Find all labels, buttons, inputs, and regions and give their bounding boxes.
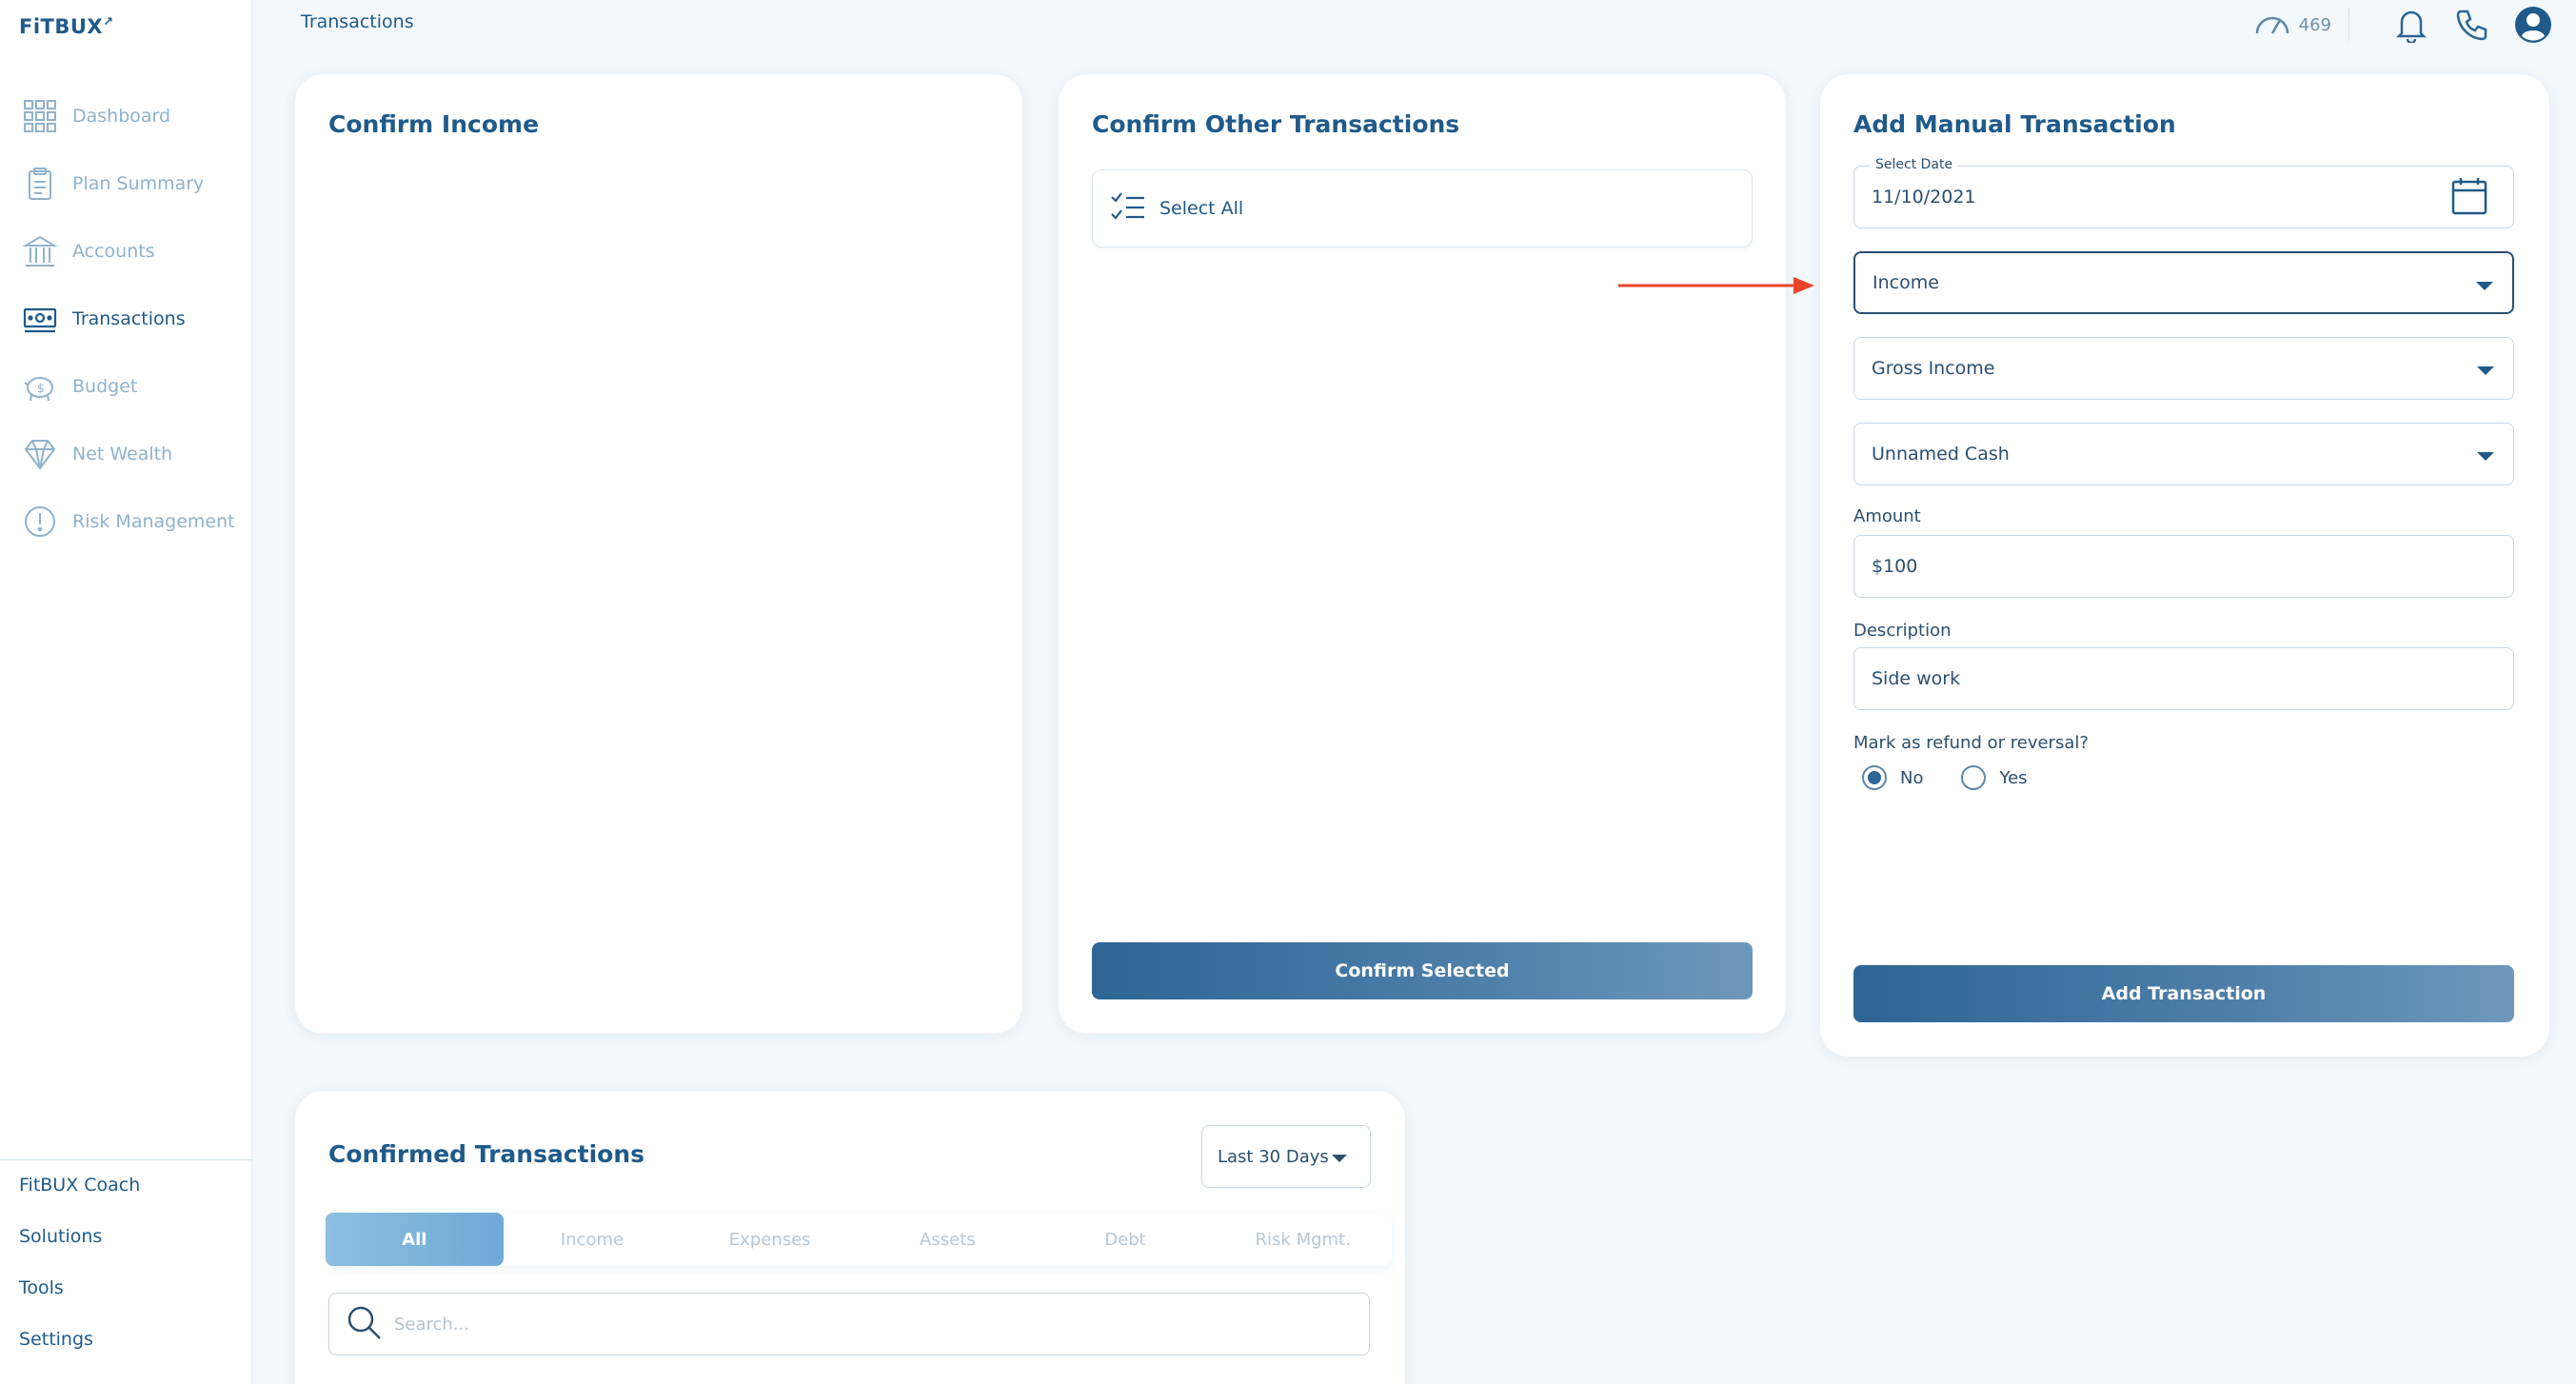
- checklist-icon: [1110, 190, 1146, 227]
- refund-radio-group: No Yes: [1862, 765, 2066, 790]
- sidebar-link-coach[interactable]: FitBUX Coach: [19, 1169, 140, 1220]
- sidebar-item-dashboard[interactable]: Dashboard: [0, 82, 252, 149]
- amount-value: $100: [1872, 556, 1918, 577]
- refund-radio-yes-label: Yes: [1999, 767, 2028, 788]
- bell-icon[interactable]: [2391, 5, 2431, 45]
- sidebar-item-budget[interactable]: $ Budget: [0, 352, 252, 420]
- header-actions: 469: [2253, 4, 2553, 46]
- date-field-label: Select Date: [1870, 157, 1959, 172]
- select-all-label: Select All: [1159, 198, 1244, 219]
- search-icon: [345, 1303, 383, 1345]
- tab-assets[interactable]: Assets: [859, 1213, 1037, 1266]
- confirmed-transactions-card: Confirmed Transactions Last 30 Days All …: [295, 1091, 1405, 1384]
- sidebar-item-label: Net Wealth: [72, 443, 173, 465]
- sidebar-item-accounts[interactable]: Accounts: [0, 217, 252, 285]
- description-value: Side work: [1872, 668, 1961, 689]
- grid-icon: [23, 99, 57, 133]
- date-field[interactable]: Select Date 11/10/2021: [1853, 157, 2514, 228]
- add-transaction-button[interactable]: Add Transaction: [1853, 965, 2514, 1022]
- transaction-tabs: All Income Expenses Assets Debt Risk Mgm…: [326, 1213, 1392, 1266]
- sidebar: FiTBUX↗ Dashboard Plan Summary Accounts …: [0, 0, 252, 1384]
- add-manual-transaction-card: Add Manual Transaction Select Date 11/10…: [1820, 74, 2549, 1057]
- confirmed-transactions-title: Confirmed Transactions: [328, 1140, 645, 1168]
- sidebar-item-plan-summary[interactable]: Plan Summary: [0, 149, 252, 217]
- sidebar-item-label: Dashboard: [72, 105, 171, 127]
- confirm-selected-button[interactable]: Confirm Selected: [1092, 942, 1753, 999]
- alert-circle-icon: [23, 504, 57, 539]
- piggy-bank-icon: $: [23, 369, 57, 404]
- transaction-type-value: Income: [1873, 272, 1939, 293]
- refund-radio-yes[interactable]: [1961, 765, 1987, 790]
- category-value: Gross Income: [1872, 358, 1995, 379]
- user-avatar-icon[interactable]: [2513, 5, 2553, 45]
- refund-radio-no-label: No: [1900, 767, 1924, 788]
- category-select[interactable]: Gross Income: [1853, 337, 2514, 400]
- sidebar-link-settings[interactable]: Settings: [19, 1323, 140, 1374]
- tab-income[interactable]: Income: [504, 1213, 682, 1266]
- sidebar-nav: Dashboard Plan Summary Accounts Transact…: [0, 82, 252, 555]
- sidebar-item-label: Plan Summary: [72, 172, 205, 194]
- date-value: 11/10/2021: [1872, 187, 1976, 208]
- chevron-down-icon: [2476, 282, 2493, 290]
- chevron-down-icon: [1332, 1155, 1347, 1162]
- calendar-icon[interactable]: [2450, 176, 2488, 221]
- radio-selected-dot: [1868, 771, 1881, 784]
- sidebar-item-label: Transactions: [72, 307, 186, 329]
- speedometer-icon[interactable]: [2253, 9, 2291, 41]
- fitbux-score: 469: [2298, 14, 2331, 35]
- bank-icon: [23, 234, 57, 268]
- sidebar-item-risk-management[interactable]: Risk Management: [0, 487, 252, 555]
- select-all-button[interactable]: Select All: [1092, 169, 1753, 247]
- confirm-income-title: Confirm Income: [328, 110, 540, 138]
- tab-debt[interactable]: Debt: [1037, 1213, 1215, 1266]
- account-select[interactable]: Unnamed Cash: [1853, 423, 2514, 485]
- breadcrumb: Transactions: [301, 11, 414, 32]
- sidebar-item-label: Budget: [72, 375, 138, 397]
- red-arrow-annotation: [1618, 277, 1814, 294]
- search-input[interactable]: [394, 1314, 1251, 1335]
- date-range-select[interactable]: Last 30 Days: [1201, 1125, 1371, 1188]
- date-range-value: Last 30 Days: [1218, 1146, 1329, 1167]
- refund-question-label: Mark as refund or reversal?: [1853, 733, 2089, 753]
- confirm-other-card: Confirm Other Transactions Select All Co…: [1059, 74, 1786, 1034]
- clipboard-icon: [23, 167, 57, 201]
- sidebar-link-solutions[interactable]: Solutions: [19, 1220, 140, 1272]
- description-label: Description: [1853, 621, 1952, 641]
- confirm-income-card: Confirm Income: [295, 74, 1022, 1034]
- sidebar-item-transactions[interactable]: Transactions: [0, 285, 252, 352]
- header-separator: [2348, 9, 2349, 41]
- refund-radio-no[interactable]: [1862, 765, 1887, 790]
- sidebar-divider: [0, 1159, 252, 1160]
- chevron-down-icon: [2477, 452, 2494, 461]
- account-value: Unnamed Cash: [1872, 444, 2010, 465]
- phone-icon[interactable]: [2452, 5, 2492, 45]
- diamond-icon: [23, 437, 57, 471]
- tab-risk-mgmt[interactable]: Risk Mgmt.: [1214, 1213, 1392, 1266]
- fitbux-logo[interactable]: FiTBUX↗: [19, 15, 114, 38]
- sidebar-item-label: Risk Management: [72, 510, 235, 532]
- confirm-other-title: Confirm Other Transactions: [1092, 110, 1460, 138]
- svg-text:$: $: [37, 382, 45, 395]
- tab-all[interactable]: All: [326, 1213, 504, 1266]
- transaction-type-select[interactable]: Income: [1853, 251, 2514, 314]
- search-box: [328, 1293, 1370, 1355]
- sidebar-bottom-nav: FitBUX Coach Solutions Tools Settings: [19, 1169, 140, 1374]
- money-icon: [23, 302, 57, 336]
- add-manual-title: Add Manual Transaction: [1853, 110, 2176, 138]
- tab-expenses[interactable]: Expenses: [681, 1213, 859, 1266]
- sidebar-item-label: Accounts: [72, 240, 155, 262]
- amount-field[interactable]: $100: [1853, 535, 2514, 598]
- sidebar-link-tools[interactable]: Tools: [19, 1272, 140, 1323]
- description-field[interactable]: Side work: [1853, 647, 2514, 710]
- sidebar-item-net-wealth[interactable]: Net Wealth: [0, 420, 252, 487]
- chevron-down-icon: [2477, 366, 2494, 375]
- amount-label: Amount: [1853, 506, 1921, 526]
